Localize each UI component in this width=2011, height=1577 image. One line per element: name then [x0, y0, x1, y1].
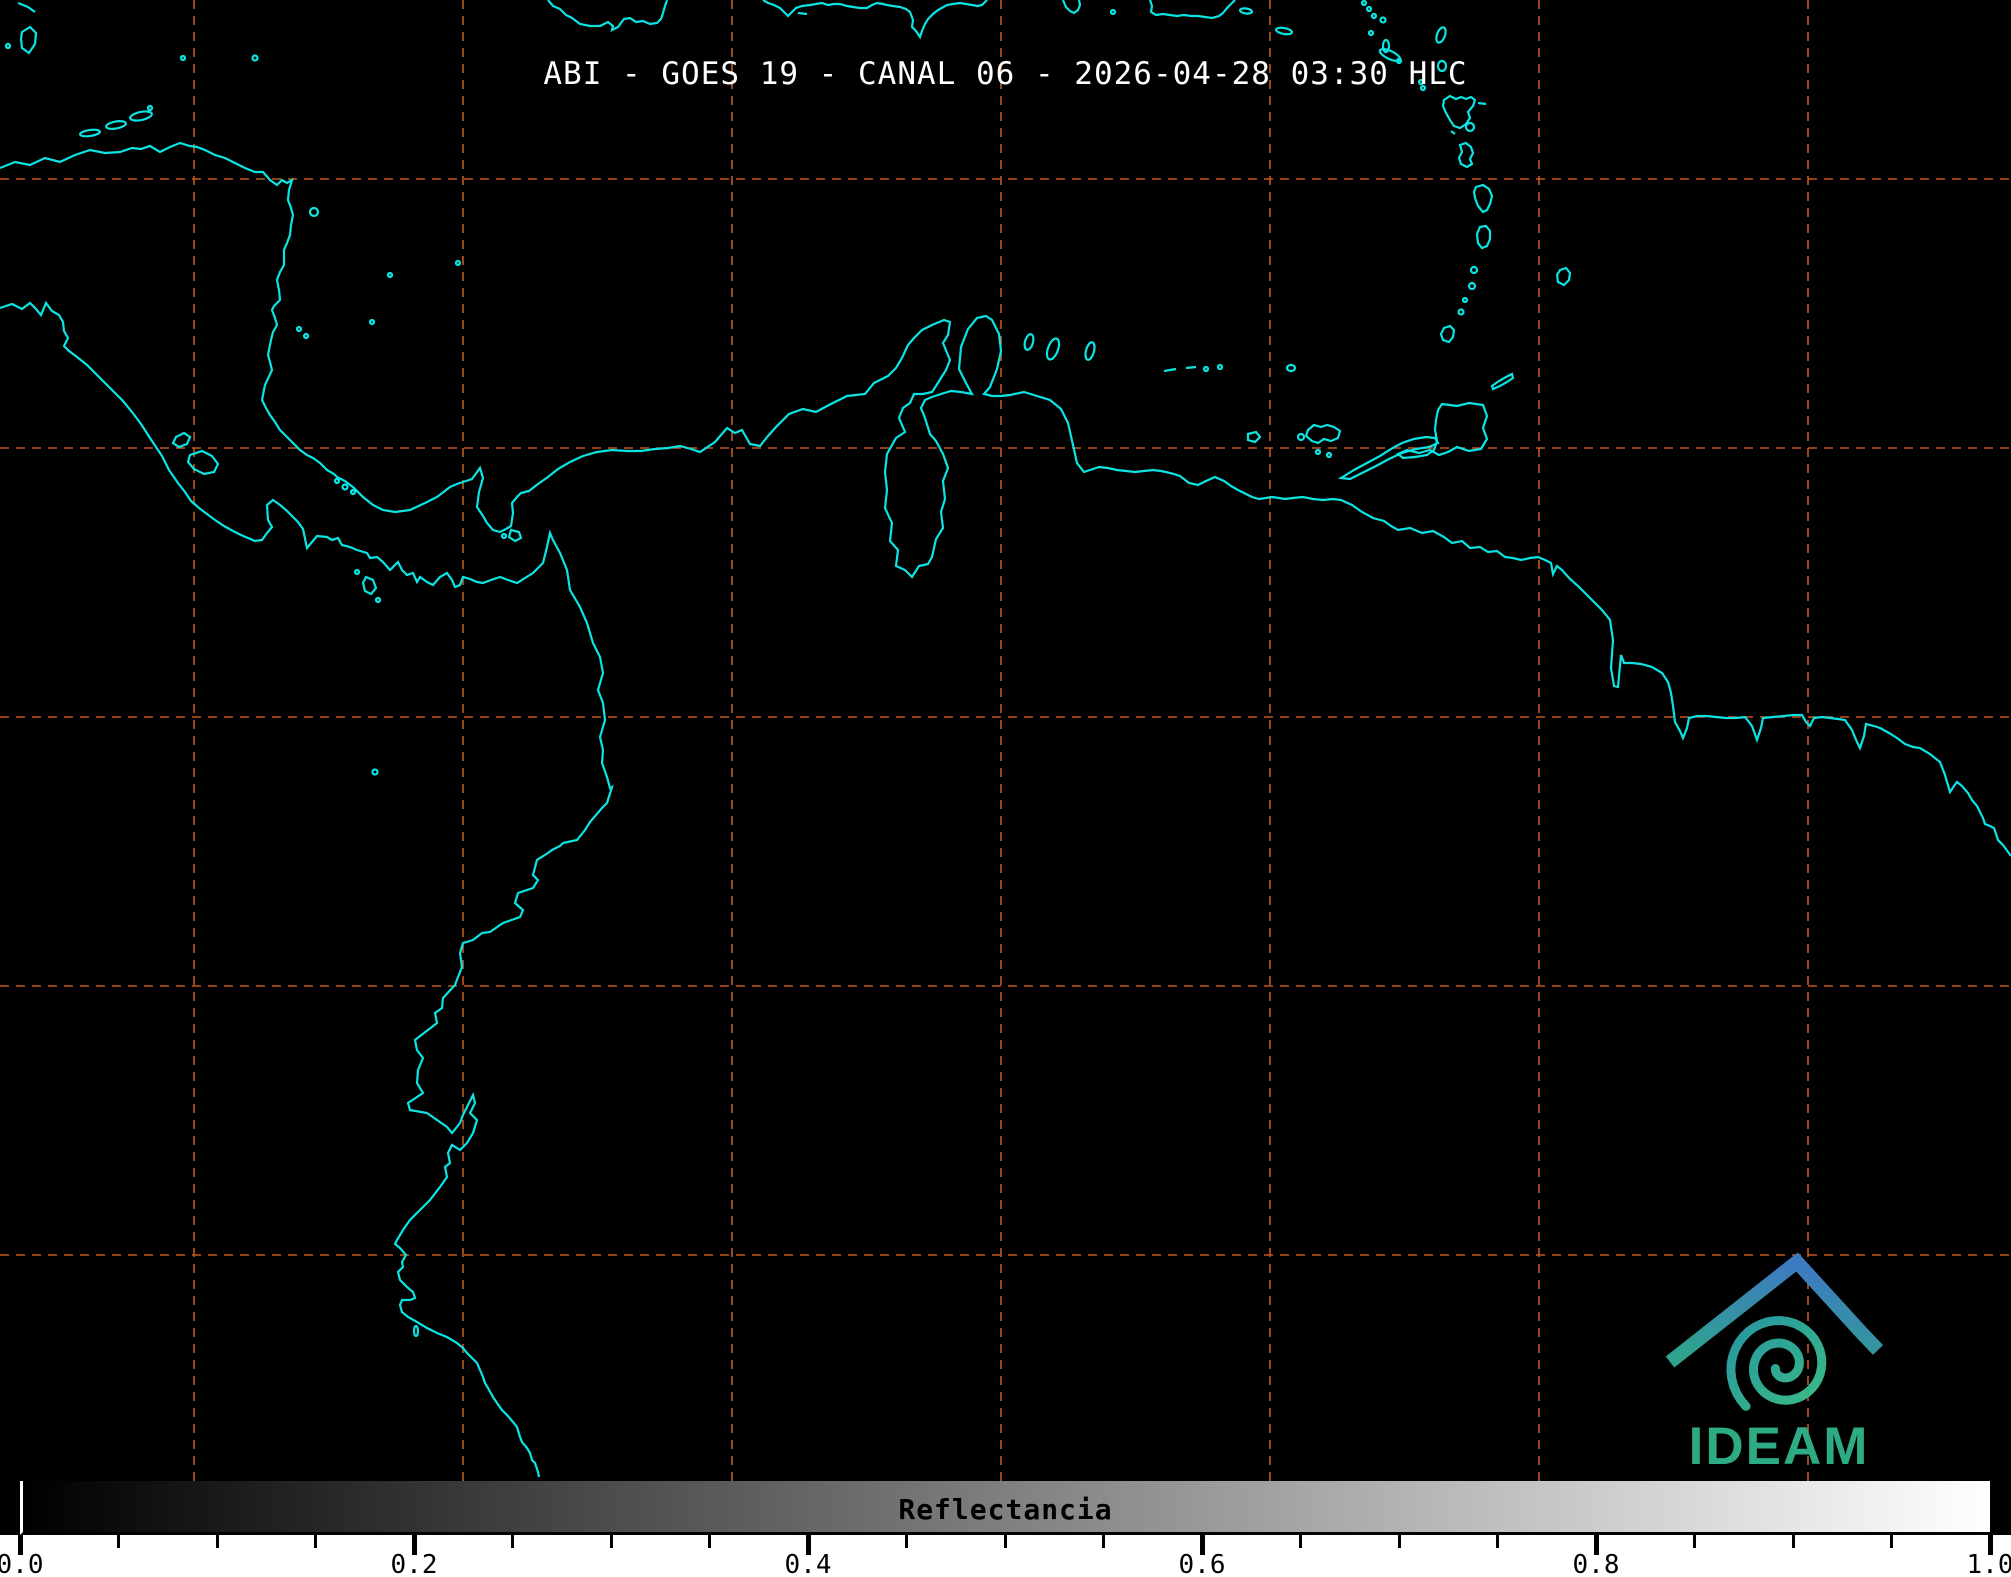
colorbar-minor-tick: [708, 1535, 711, 1548]
island-san-andres: [454, 259, 462, 267]
coastline-caribbean-mainland: [0, 141, 2011, 857]
colorbar-minor-tick: [1693, 1535, 1696, 1548]
islet-dot: [295, 325, 303, 333]
islet-dot: [1367, 29, 1375, 37]
island-margarita: [1304, 423, 1342, 445]
small-islands: [4, 0, 1572, 1338]
islet-dot: [1370, 12, 1378, 20]
map-area: IDEAM ABI - GOES 19 - CANAL 06 - 2026-04…: [0, 0, 2011, 1481]
island-malpelo: [371, 768, 379, 776]
coastline-paria-peninsula: [1337, 435, 1440, 481]
island-grenadines: [1469, 265, 1479, 275]
island-bay-islands: [105, 120, 127, 130]
island-grenadines: [1457, 308, 1465, 316]
island-bocas: [349, 488, 357, 496]
colorbar-minor-tick: [117, 1535, 120, 1548]
island-antigua: [1435, 26, 1447, 44]
island-pearl: [507, 528, 523, 543]
colorbar-tick-label: 0.4: [784, 1550, 832, 1577]
colorbar-tick-label: 0.2: [390, 1550, 438, 1577]
islet-dot: [1216, 363, 1224, 371]
islet-dot: [374, 596, 382, 604]
satellite-image-figure: IDEAM ABI - GOES 19 - CANAL 06 - 2026-04…: [0, 0, 2011, 1577]
island-bocas: [341, 483, 349, 491]
coastline-puerto-rico: [1148, 0, 1236, 20]
island-grenada: [1439, 324, 1456, 344]
island-grenadines: [1467, 281, 1477, 291]
island-st-lucia: [1472, 183, 1494, 214]
colorbar-minor-tick: [215, 1535, 219, 1548]
colorbar-minor-tick: [1299, 1535, 1302, 1548]
image-title: ABI - GOES 19 - CANAL 06 - 2026-04-28 03…: [543, 56, 1468, 92]
colorbar-minor-tick: [609, 1535, 613, 1548]
coastline-pacific-mainland: [0, 300, 614, 1478]
colorbar-minor-tick: [1890, 1535, 1893, 1548]
island-st-vincent: [1475, 224, 1492, 250]
colorbar-tick-label: 0.6: [1178, 1550, 1226, 1577]
islet-dot: [1296, 432, 1306, 442]
island-roatan: [78, 128, 102, 138]
island-grenadines: [1461, 296, 1469, 304]
coastline-mona-island: [1061, 0, 1082, 15]
island-las-aves: [1163, 365, 1197, 373]
island-barbados: [1555, 266, 1572, 287]
colorbar-minor-tick: [314, 1535, 317, 1548]
islet-dot: [1379, 16, 1387, 24]
colorbar-tick-label: 1.0: [1966, 1550, 2011, 1577]
island-bocas: [333, 477, 341, 485]
islet-dot: [146, 104, 154, 112]
island-bonaire: [1084, 341, 1096, 361]
colorbar-minor-tick: [1397, 1535, 1401, 1548]
island-los-roques: [1202, 365, 1210, 373]
coastlines: [0, 0, 2011, 1478]
islet-hispaniola-cays: [797, 11, 808, 16]
island-providencia: [386, 271, 394, 279]
island-coche: [1325, 451, 1333, 459]
map-svg: IDEAM: [0, 0, 2011, 1481]
ideam-logo-text: IDEAM: [1689, 1417, 1870, 1476]
islet-dot: [353, 568, 361, 576]
island-martinique: [1457, 141, 1475, 169]
islet-dot: [1365, 5, 1373, 13]
colorbar-minor-tick: [1003, 1535, 1007, 1548]
island-st-croix: [1275, 26, 1293, 36]
islet-dot: [500, 532, 508, 540]
island-la-orchila: [1285, 363, 1297, 373]
islet-dot: [1360, 0, 1368, 7]
island-top-left-fragments: [17, 1, 38, 55]
island-peru-coastal: [412, 1324, 420, 1338]
colorbar-minor-tick: [511, 1535, 514, 1548]
colorbar-minor-tick: [1791, 1535, 1795, 1548]
coastline-jamaica: [547, 0, 669, 33]
colorbar-minor-tick: [1102, 1535, 1105, 1548]
island-coiba: [361, 575, 378, 596]
island-tobago: [1490, 372, 1515, 391]
colorbar-tick-label: 0.0: [0, 1550, 44, 1577]
island-cubagua: [1314, 448, 1322, 456]
graticule-gridlines: [0, 0, 2011, 1481]
colorbar-minor-tick: [1496, 1535, 1499, 1548]
coastline-lake-nicaragua: [171, 431, 220, 476]
colorbar-minor-tick: [905, 1535, 908, 1548]
island-corn: [302, 332, 310, 340]
colorbar-label: Reflectancia: [898, 1493, 1113, 1526]
islet-dash: [1450, 130, 1456, 135]
island-la-tortuga: [1246, 430, 1262, 444]
islet-ring: [1464, 121, 1476, 133]
islet-dash: [1477, 101, 1487, 106]
islet-dot: [1109, 8, 1117, 16]
island-curacao: [1045, 337, 1061, 361]
island-bay-islands-2: [129, 110, 153, 122]
island-vieques: [1238, 7, 1254, 15]
coastline-hispaniola: [762, 0, 988, 40]
island-aruba: [1023, 333, 1035, 351]
ideam-logo: IDEAM: [1665, 1252, 1884, 1476]
colorbar-tick-label: 0.8: [1572, 1550, 1620, 1577]
islet-dot: [368, 318, 376, 326]
islet-dot: [4, 42, 12, 50]
island-miskito-cay: [308, 206, 320, 218]
